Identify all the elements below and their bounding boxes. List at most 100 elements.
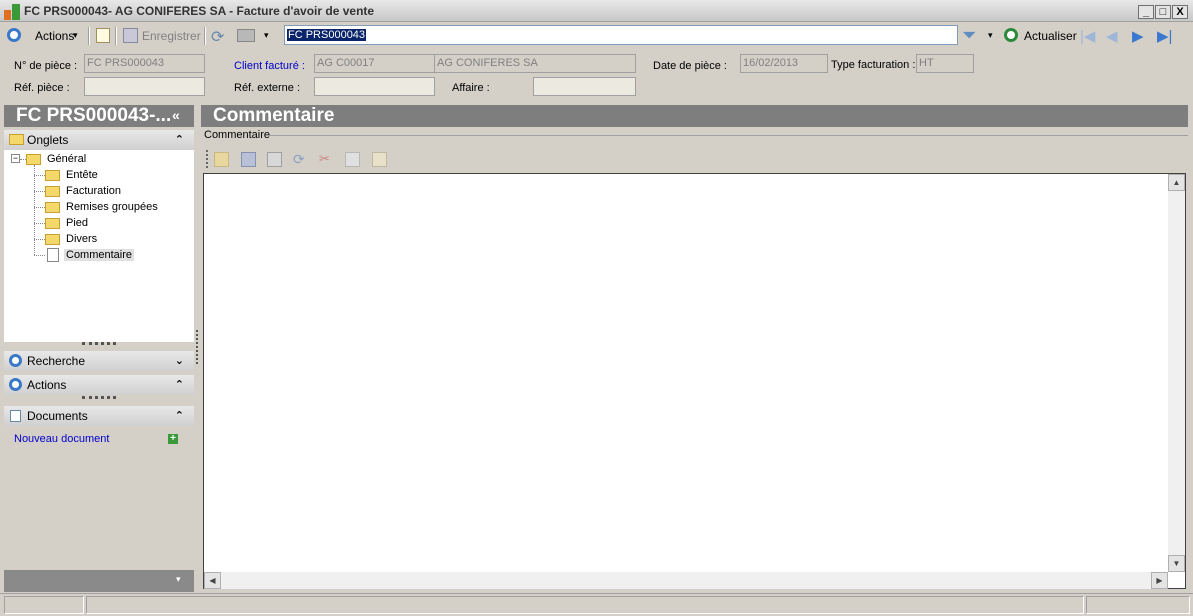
actions-icon[interactable] [7, 28, 21, 42]
maximize-button[interactable]: □ [1155, 5, 1171, 19]
next-record-icon[interactable]: ▶ [1132, 27, 1144, 45]
comment-editor[interactable] [203, 173, 1186, 589]
search-icon [9, 354, 22, 367]
chevron-down-icon[interactable]: ▾ [264, 30, 269, 41]
actions-panel-label: Actions [27, 378, 67, 392]
documents-panel [4, 427, 194, 569]
chevron-down-icon[interactable]: ▾ [176, 574, 181, 585]
paste-icon[interactable] [372, 152, 387, 167]
horizontal-scrollbar[interactable]: ◀ ▶ [204, 572, 1168, 589]
ref-externe-label: Réf. externe : [234, 82, 301, 94]
open-folder-icon[interactable] [214, 152, 229, 167]
minimize-button[interactable]: _ [1138, 5, 1154, 19]
recherche-label: Recherche [27, 354, 86, 368]
ref-piece-label: Réf. pièce : [14, 82, 70, 94]
chevron-down-icon[interactable]: ⌄ [175, 351, 184, 371]
resize-grip[interactable] [82, 396, 116, 399]
last-record-icon[interactable]: ▶| [1157, 27, 1172, 45]
tree-connector [34, 191, 45, 192]
chevron-up-icon[interactable]: ⌃ [175, 406, 184, 426]
actions-header[interactable]: Actions ⌃ [4, 375, 194, 395]
onglets-header[interactable]: Onglets ⌃ [4, 130, 194, 150]
toolbar-separator [204, 27, 206, 45]
scroll-left-icon[interactable]: ◀ [204, 572, 221, 589]
new-document-icon[interactable] [96, 28, 110, 43]
chevron-down-icon[interactable]: ▾ [988, 30, 993, 41]
page-title: Commentaire [201, 105, 1188, 127]
client-link[interactable]: Client facturé : [234, 60, 305, 72]
onglets-label: Onglets [27, 133, 69, 147]
tree-connector [34, 255, 45, 256]
sync-icon[interactable]: ⟳ [211, 27, 224, 47]
collapse-panel-button[interactable]: « [172, 107, 180, 123]
date-label: Date de pièce : [653, 60, 727, 72]
date-field[interactable]: 16/02/2013 [740, 54, 828, 73]
num-piece-field[interactable]: FC PRS000043 [84, 54, 205, 73]
scroll-up-icon[interactable]: ▲ [1168, 174, 1185, 191]
panel-splitter[interactable] [196, 330, 198, 364]
recherche-header[interactable]: Recherche ⌄ [4, 351, 194, 371]
left-panel-footer [4, 570, 194, 592]
left-panel-title: FC PRS000043-... [4, 105, 194, 127]
previous-record-icon[interactable]: ◀ [1106, 27, 1118, 45]
tree-item-commentaire[interactable]: Commentaire [64, 249, 135, 261]
toolbar-grip [206, 150, 208, 168]
sync-icon[interactable]: ⟳ [293, 152, 308, 167]
folder-icon [45, 186, 60, 197]
title-bar: FC PRS000043- AG CONIFERES SA - Facture … [0, 0, 1193, 22]
ref-piece-field[interactable] [84, 77, 205, 96]
scroll-right-icon[interactable]: ▶ [1151, 572, 1168, 589]
ref-externe-field[interactable] [314, 77, 435, 96]
comment-toolbar: ⟳ ✂ [204, 148, 1188, 170]
documents-header[interactable]: Documents ⌃ [4, 406, 194, 426]
chevron-down-icon[interactable]: ▾ [73, 30, 78, 41]
document-icon [47, 248, 59, 262]
client-code-field[interactable]: AG C00017 [314, 54, 435, 73]
filter-icon[interactable]: ⏷ [962, 25, 976, 46]
copy-icon[interactable] [345, 152, 360, 167]
print-icon[interactable] [267, 152, 282, 167]
tree-item-general[interactable]: Général [47, 153, 86, 165]
actions-menu-button[interactable]: Actions [35, 29, 74, 43]
tree-expander[interactable]: − [11, 154, 20, 163]
resize-grip[interactable] [82, 342, 116, 345]
tree-item-facturation[interactable]: Facturation [66, 185, 121, 197]
tree-connector [34, 207, 45, 208]
tree-item-entete[interactable]: Entête [66, 169, 98, 181]
first-record-icon[interactable]: |◀ [1080, 27, 1095, 45]
new-document-link[interactable]: Nouveau document [14, 433, 109, 445]
documents-label: Documents [27, 409, 88, 423]
refresh-button[interactable]: Actualiser [1024, 29, 1077, 43]
search-input-value[interactable]: FC PRS000043 [287, 29, 367, 41]
chevron-up-icon[interactable]: ⌃ [175, 375, 184, 395]
scroll-down-icon[interactable]: ▼ [1168, 555, 1185, 572]
folder-icon [26, 154, 41, 165]
toolbar-separator [115, 27, 117, 45]
add-icon[interactable]: + [168, 434, 178, 444]
search-input[interactable]: FC PRS000043 [284, 25, 958, 45]
save-icon[interactable] [241, 152, 256, 167]
cut-icon[interactable]: ✂ [319, 152, 334, 167]
close-button[interactable]: X [1172, 5, 1188, 19]
refresh-icon[interactable] [1004, 28, 1018, 42]
toolbar-separator [88, 27, 90, 45]
tree-connector [34, 165, 35, 255]
affaire-field[interactable] [533, 77, 636, 96]
chevron-up-icon[interactable]: ⌃ [175, 130, 184, 150]
client-name-field[interactable]: AG CONIFERES SA [434, 54, 636, 73]
print-icon[interactable] [237, 29, 255, 42]
tree-item-remises[interactable]: Remises groupées [66, 201, 158, 213]
tree-item-pied[interactable]: Pied [66, 217, 88, 229]
folder-icon [45, 234, 60, 245]
actions-icon [9, 378, 22, 391]
tree-item-divers[interactable]: Divers [66, 233, 97, 245]
app-icon [4, 4, 20, 20]
folder-icon [45, 218, 60, 229]
document-icon [10, 410, 21, 422]
status-bar [0, 593, 1193, 616]
tree-connector [34, 223, 45, 224]
save-button[interactable]: Enregistrer [142, 29, 201, 43]
vertical-scrollbar[interactable]: ▲ ▼ [1168, 174, 1185, 572]
save-icon[interactable] [123, 28, 138, 43]
type-facturation-field[interactable]: HT [916, 54, 974, 73]
